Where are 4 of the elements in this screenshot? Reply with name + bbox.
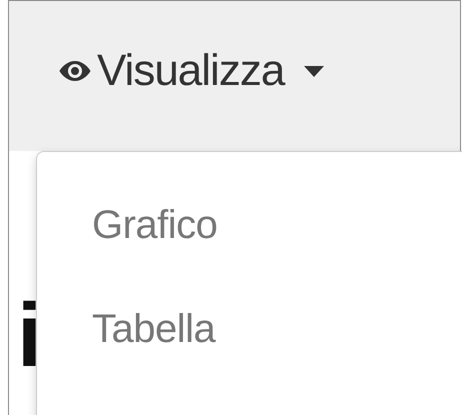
eye-icon [59, 60, 91, 82]
view-dropdown-button[interactable]: Visualizza [59, 49, 324, 93]
menu-item[interactable]: Grafico [37, 194, 218, 256]
caret-icon [304, 66, 324, 76]
